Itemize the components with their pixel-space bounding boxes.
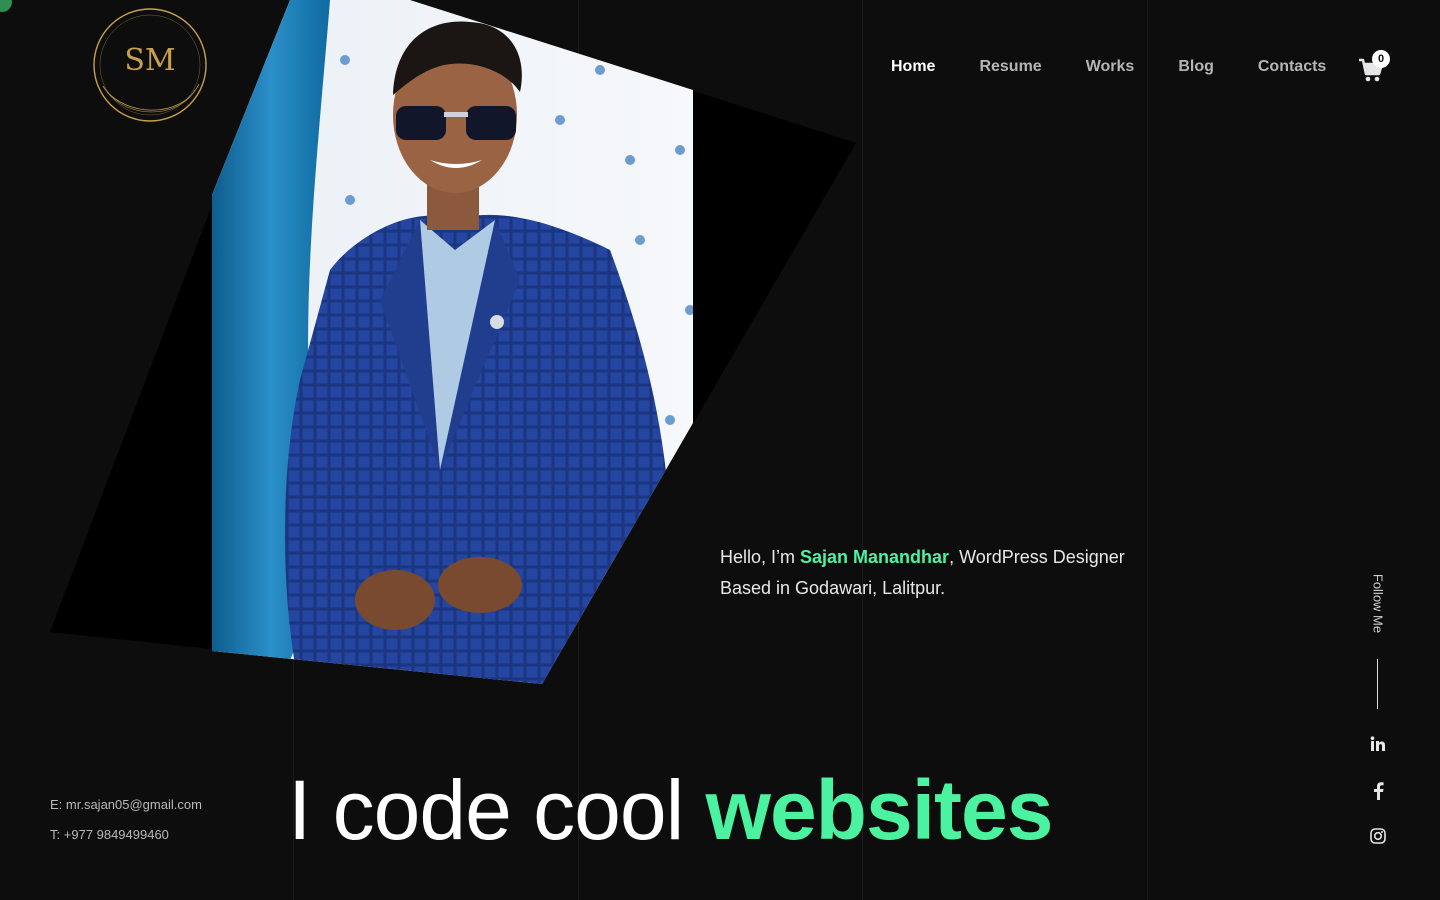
- nav-blog[interactable]: Blog: [1178, 58, 1214, 76]
- logo-monogram: SM: [124, 43, 175, 78]
- contact-info: E: mr.sajan05@gmail.com T: +977 98494994…: [50, 797, 202, 857]
- nav-contacts[interactable]: Contacts: [1258, 58, 1326, 76]
- nav-home[interactable]: Home: [891, 58, 935, 76]
- hero-headline: I code cool websites: [288, 762, 1054, 858]
- linkedin-icon[interactable]: [1366, 732, 1390, 756]
- follow-divider: [1377, 659, 1378, 709]
- nav-works[interactable]: Works: [1086, 58, 1135, 76]
- nav-resume[interactable]: Resume: [979, 58, 1041, 76]
- headline-text: I code cool: [288, 763, 706, 857]
- main-nav: Home Resume Works Blog Contacts: [891, 58, 1370, 76]
- contact-email[interactable]: E: mr.sajan05@gmail.com: [50, 797, 202, 827]
- cart-count-badge: 0: [1372, 50, 1390, 68]
- contact-phone[interactable]: T: +977 9849499460: [50, 827, 202, 857]
- intro-name: Sajan Manandhar: [800, 547, 950, 567]
- site-logo[interactable]: SM: [91, 6, 209, 124]
- intro-prefix: Hello, I’m: [720, 547, 801, 567]
- instagram-icon[interactable]: [1366, 824, 1390, 848]
- follow-label: Follow Me: [1370, 573, 1386, 634]
- intro-text: Hello, I’m Sajan Manandhar, WordPress De…: [720, 542, 1160, 604]
- headline-accent: websites: [705, 763, 1054, 857]
- facebook-icon[interactable]: [1366, 779, 1390, 803]
